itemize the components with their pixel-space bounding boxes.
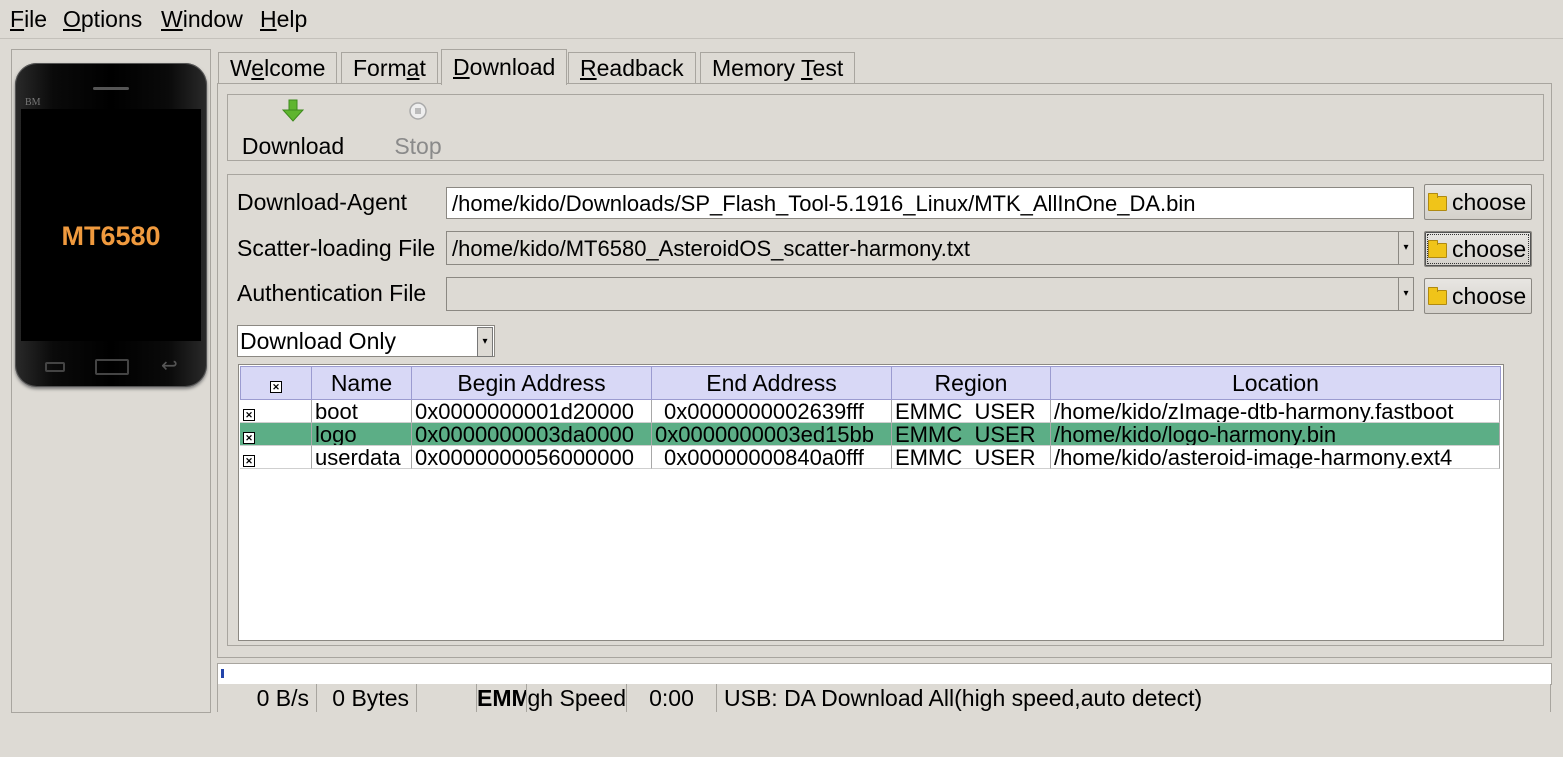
phone-speaker bbox=[93, 87, 129, 90]
progress-bar bbox=[217, 663, 1552, 685]
status-storage: EMMC bbox=[477, 684, 527, 712]
auth-file-label: Authentication File bbox=[237, 280, 427, 306]
menu-bar: File Options Window Help bbox=[0, 0, 1563, 39]
phone-brand: BM bbox=[25, 97, 41, 108]
checkbox-checked-icon: ✕ bbox=[243, 455, 255, 467]
scatter-file-label: Scatter-loading File bbox=[237, 235, 436, 261]
menu-options[interactable]: Options bbox=[63, 6, 142, 33]
menu-window[interactable]: Window bbox=[161, 6, 243, 33]
status-blank bbox=[417, 684, 477, 712]
scatter-file-combo[interactable]: /home/kido/MT6580_AsteroidOS_scatter-har… bbox=[446, 231, 1414, 265]
progress-fill bbox=[221, 669, 224, 678]
row-begin-address: 0x0000000056000000 bbox=[412, 446, 652, 469]
header-checkbox[interactable]: ✕ bbox=[240, 366, 312, 400]
table-row-selected[interactable]: ✕ logo 0x0000000003da0000 0x0000000003ed… bbox=[240, 423, 1500, 446]
toolbar: Download Stop bbox=[227, 94, 1544, 161]
stop-icon bbox=[409, 102, 427, 120]
phone-image: BM MT6580 ↩ bbox=[15, 63, 207, 387]
folder-icon bbox=[1428, 287, 1447, 305]
row-checkbox[interactable]: ✕ bbox=[240, 446, 312, 469]
column-header-location[interactable]: Location bbox=[1050, 366, 1501, 400]
chevron-down-icon[interactable]: ▾ bbox=[1398, 232, 1413, 264]
checkbox-checked-icon: ✕ bbox=[243, 409, 255, 421]
partition-table: ✕ Name Begin Address End Address Region … bbox=[238, 364, 1504, 641]
checkbox-checked-icon: ✕ bbox=[243, 432, 255, 444]
download-arrow-icon bbox=[281, 99, 305, 122]
download-mode-value: Download Only bbox=[240, 328, 396, 354]
scatter-file-value: /home/kido/MT6580_AsteroidOS_scatter-har… bbox=[452, 236, 971, 261]
row-region: EMMC_USER bbox=[892, 400, 1051, 423]
row-region: EMMC_USER bbox=[892, 446, 1051, 469]
scatter-file-choose-button[interactable]: choose bbox=[1424, 231, 1532, 267]
download-mode-select[interactable]: Download Only ▾ bbox=[237, 325, 495, 357]
row-begin-address: 0x0000000001d20000 bbox=[412, 400, 652, 423]
download-button[interactable]: Download bbox=[240, 99, 346, 160]
menu-key-icon bbox=[45, 362, 65, 372]
menu-file[interactable]: File bbox=[10, 6, 47, 33]
download-agent-label: Download-Agent bbox=[237, 189, 408, 215]
download-tab-content: Download Stop Download-Agent /home/kido/… bbox=[217, 83, 1552, 658]
column-header-end-address[interactable]: End Address bbox=[651, 366, 892, 400]
download-button-label: Download bbox=[241, 133, 345, 159]
row-end-address: 0x0000000003ed15bb bbox=[652, 423, 892, 446]
row-location: /home/kido/asteroid-image-harmony.ext4 bbox=[1051, 446, 1500, 469]
folder-icon bbox=[1428, 240, 1447, 258]
row-location: /home/kido/logo-harmony.bin bbox=[1051, 423, 1500, 446]
stop-button[interactable]: Stop bbox=[383, 99, 453, 160]
device-panel: BM MT6580 ↩ bbox=[11, 49, 211, 713]
home-key-icon bbox=[95, 359, 129, 375]
auth-file-combo[interactable]: ▾ bbox=[446, 277, 1414, 311]
folder-icon bbox=[1428, 193, 1447, 211]
download-agent-choose-button[interactable]: choose bbox=[1424, 184, 1532, 220]
status-bytes: 0 Bytes bbox=[317, 684, 417, 712]
row-name: boot bbox=[312, 400, 412, 423]
download-settings-group: Download-Agent /home/kido/Downloads/SP_F… bbox=[227, 174, 1544, 646]
back-key-icon: ↩ bbox=[161, 355, 178, 377]
choose-label: choose bbox=[1452, 236, 1527, 262]
status-time: 0:00 bbox=[627, 684, 717, 712]
column-header-name[interactable]: Name bbox=[311, 366, 412, 400]
status-message: USB: DA Download All(high speed,auto det… bbox=[717, 684, 1551, 712]
row-location: /home/kido/zImage-dtb-harmony.fastboot bbox=[1051, 400, 1500, 423]
column-header-begin-address[interactable]: Begin Address bbox=[411, 366, 652, 400]
auth-file-choose-button[interactable]: choose bbox=[1424, 278, 1532, 314]
table-row[interactable]: ✕ boot 0x0000000001d20000 0x000000000263… bbox=[240, 400, 1500, 423]
tab-welcome[interactable]: Welcome bbox=[218, 52, 338, 84]
menu-help[interactable]: Help bbox=[260, 6, 307, 33]
row-begin-address: 0x0000000003da0000 bbox=[412, 423, 652, 446]
status-usb-speed: High Speed bbox=[527, 684, 627, 712]
chip-model-label: MT6580 bbox=[61, 221, 161, 251]
row-name: userdata bbox=[312, 446, 412, 469]
row-region: EMMC_USER bbox=[892, 423, 1051, 446]
row-name: logo bbox=[312, 423, 412, 446]
row-end-address: 0x0000000002639fff bbox=[652, 400, 892, 423]
select-all-checkbox-icon: ✕ bbox=[270, 381, 282, 393]
tab-readback[interactable]: Readback bbox=[568, 52, 696, 84]
table-row[interactable]: ✕ userdata 0x0000000056000000 0x00000000… bbox=[240, 446, 1500, 469]
row-checkbox[interactable]: ✕ bbox=[240, 423, 312, 446]
chevron-down-icon[interactable]: ▾ bbox=[1398, 278, 1413, 310]
tab-download[interactable]: Download bbox=[441, 49, 568, 85]
stop-button-label: Stop bbox=[394, 133, 442, 159]
choose-label: choose bbox=[1452, 283, 1527, 309]
download-agent-input[interactable]: /home/kido/Downloads/SP_Flash_Tool-5.191… bbox=[446, 187, 1414, 219]
tab-memory-test[interactable]: Memory Test bbox=[700, 52, 856, 84]
row-end-address: 0x00000000840a0fff bbox=[652, 446, 892, 469]
status-speed: 0 B/s bbox=[217, 684, 317, 712]
phone-screen: MT6580 bbox=[21, 109, 201, 341]
row-checkbox[interactable]: ✕ bbox=[240, 400, 312, 423]
choose-label: choose bbox=[1452, 189, 1527, 215]
column-header-region[interactable]: Region bbox=[891, 366, 1051, 400]
tab-format[interactable]: Format bbox=[341, 52, 438, 84]
chevron-down-icon[interactable]: ▾ bbox=[477, 327, 493, 357]
